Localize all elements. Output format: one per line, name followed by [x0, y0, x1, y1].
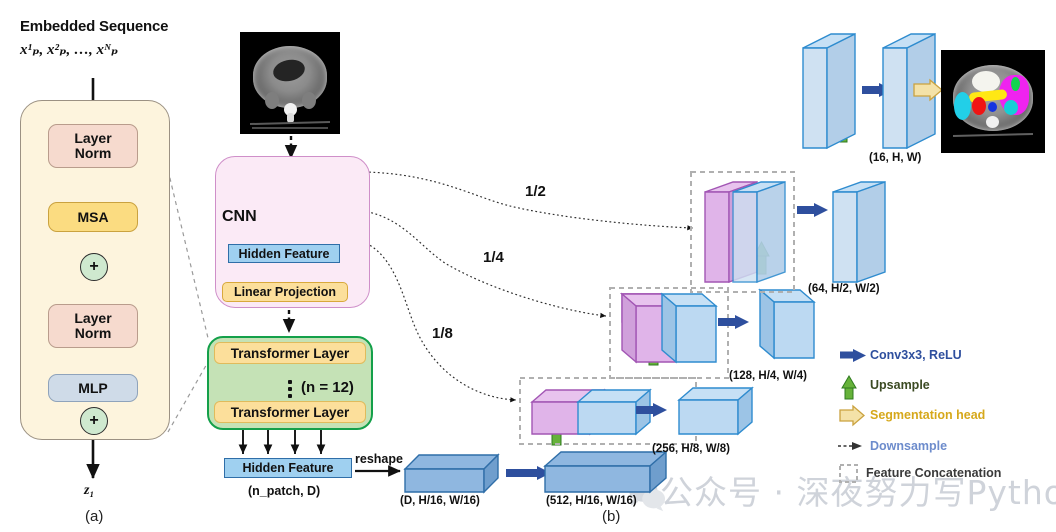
panel-a-id: (a): [85, 508, 104, 525]
transformer-layer-bottom[interactable]: Transformer Layer: [214, 401, 366, 423]
skip-label-quarter: 1/4: [483, 249, 504, 266]
mlp-box[interactable]: MLP: [48, 374, 138, 402]
legend-item-segmentation: Segmentation head: [870, 408, 985, 422]
msa-box[interactable]: MSA: [48, 202, 138, 232]
skip-label-eighth: 1/8: [432, 325, 453, 342]
layer-norm-1-label: Layer Norm: [74, 130, 112, 161]
transformer-hidden-feature-label: Hidden Feature: [242, 461, 334, 475]
embedded-sequence-formula: x¹ₚ, x²ₚ, …, xᴺₚ: [20, 42, 119, 58]
skip-label-half: 1/2: [525, 183, 546, 200]
residual-add-2: +: [80, 407, 108, 435]
residual-add-1-label: +: [89, 258, 99, 275]
transformer-layer-top[interactable]: Transformer Layer: [214, 342, 366, 364]
legend-item-upsample: Upsample: [870, 378, 930, 392]
msa-label: MSA: [77, 208, 109, 225]
segmentation-output-image: [941, 50, 1045, 153]
legend-label-downsample: Downsample: [870, 439, 948, 453]
embedded-sequence-title: Embedded Sequence: [20, 18, 169, 35]
transformer-repeat-label: (n = 12): [301, 379, 354, 396]
legend-label-segmentation: Segmentation head: [870, 408, 986, 422]
legend-item-concat: Feature Concatenation: [866, 466, 1001, 480]
dim-label-level4: (128, H/4, W/4): [729, 370, 807, 382]
linear-projection-box[interactable]: Linear Projection: [222, 282, 348, 302]
dim-label-level1: (16, H, W): [869, 152, 922, 164]
linear-projection-label: Linear Projection: [233, 285, 337, 299]
legend-label-concat: Feature Concatenation: [866, 466, 1002, 480]
transformer-layer-top-label: Transformer Layer: [230, 345, 350, 361]
residual-add-1: +: [80, 253, 108, 281]
panel-b-id: (b): [602, 508, 621, 525]
dim-label-bottleneck: (512, H/16, W/16): [546, 495, 637, 507]
dim-label-level8: (256, H/8, W/8): [652, 443, 730, 455]
cnn-hidden-feature-box[interactable]: Hidden Feature: [228, 244, 340, 263]
transformer-hidden-feature-box[interactable]: Hidden Feature: [224, 458, 352, 478]
encoder-output-label: z₁: [84, 483, 95, 498]
legend-label-conv: Conv3x3, ReLU: [870, 348, 962, 362]
layer-norm-2-box[interactable]: Layer Norm: [48, 304, 138, 348]
cnn-hidden-feature-label: Hidden Feature: [238, 246, 330, 261]
legend-item-conv: Conv3x3, ReLU: [870, 348, 962, 362]
n-patch-dims-label: (n_patch, D): [248, 484, 321, 498]
dim-label-level2: (64, H/2, W/2): [808, 283, 880, 295]
layer-norm-2-label: Layer Norm: [74, 310, 112, 341]
legend-label-upsample: Upsample: [870, 378, 930, 392]
transformer-repeat-dots: [288, 380, 292, 398]
dim-label-reshaped: (D, H/16, W/16): [400, 495, 480, 507]
transformer-layer-bottom-label: Transformer Layer: [230, 404, 350, 420]
figure-canvas: 公众号 · 深夜努力写Python Embedded Sequence x¹ₚ,…: [0, 0, 1056, 532]
cnn-label: CNN: [222, 208, 257, 225]
mlp-label: MLP: [78, 379, 108, 396]
layer-norm-1-box[interactable]: Layer Norm: [48, 124, 138, 168]
ct-input-image: [240, 32, 340, 134]
legend-item-downsample: Downsample: [870, 439, 947, 453]
reshape-label: reshape: [355, 452, 403, 466]
residual-add-2-label: +: [89, 412, 99, 429]
